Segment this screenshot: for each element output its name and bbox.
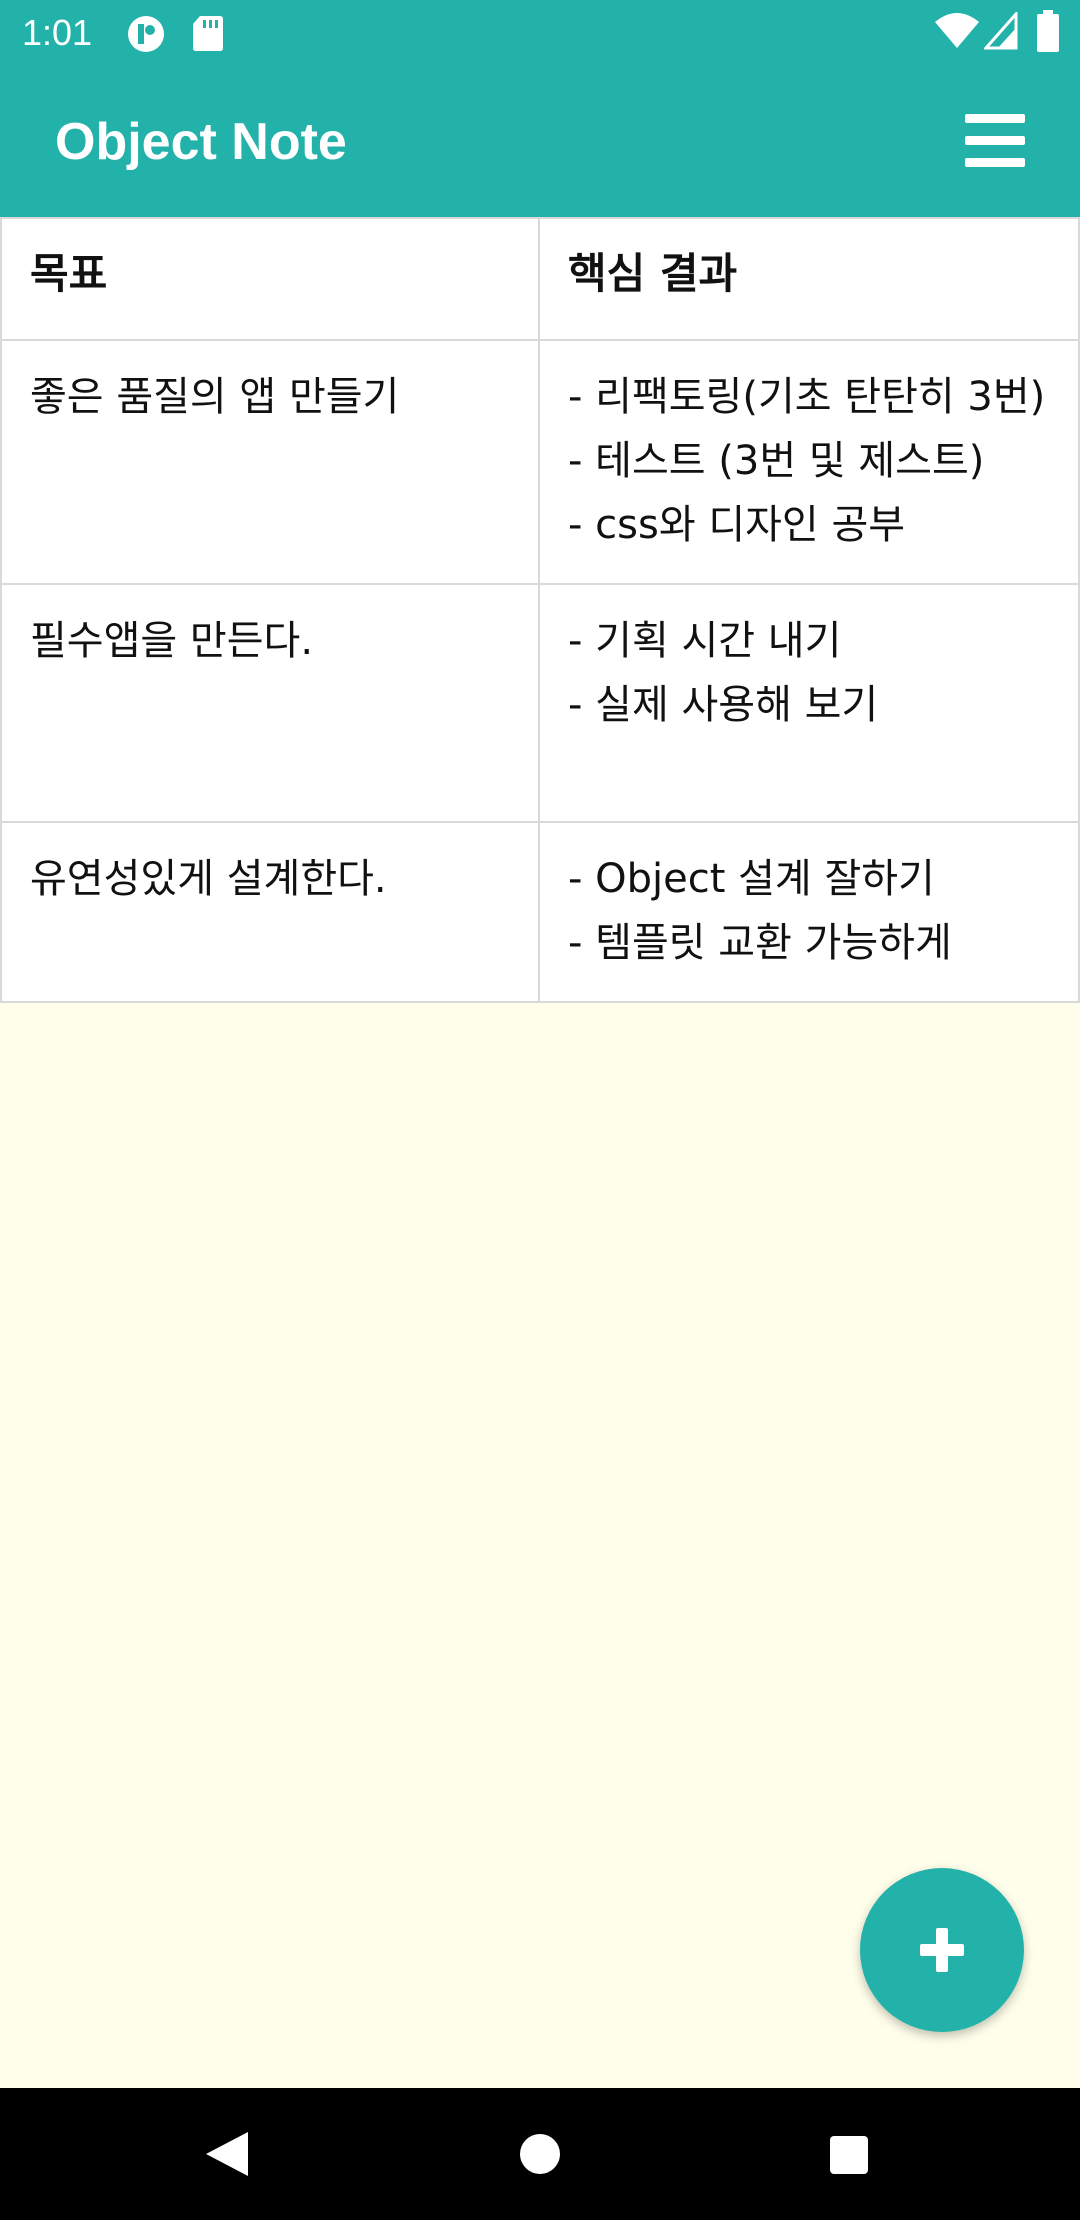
table-row[interactable]: 유연성있게 설계한다. - Object 설계 잘하기 - 템플릿 교환 가능하… bbox=[0, 821, 1080, 1003]
key-results-cell[interactable]: - 리팩토링(기초 탄탄히 3번) - 테스트 (3번 및 제스트) - css… bbox=[538, 339, 1080, 585]
status-time: 1:01 bbox=[22, 12, 93, 53]
header-key-results: 핵심 결과 bbox=[538, 217, 1080, 341]
notification-icon bbox=[128, 16, 164, 52]
status-bar: 1:01 bbox=[0, 0, 1080, 66]
okr-table: 목표 핵심 결과 좋은 품질의 앱 만들기 - 리팩토링(기초 탄탄히 3번) … bbox=[0, 217, 1080, 1003]
home-icon[interactable] bbox=[518, 2132, 562, 2176]
signal-icon bbox=[984, 12, 1018, 50]
back-icon[interactable] bbox=[204, 2130, 250, 2178]
sd-card-icon bbox=[193, 16, 223, 51]
table-row[interactable]: 필수앱을 만든다. - 기획 시간 내기 - 실제 사용해 보기 bbox=[0, 583, 1080, 823]
header-objective: 목표 bbox=[0, 217, 540, 341]
objective-cell[interactable]: 필수앱을 만든다. bbox=[0, 583, 540, 823]
recents-icon[interactable] bbox=[828, 2134, 870, 2176]
battery-icon bbox=[1037, 10, 1059, 52]
objective-cell[interactable]: 좋은 품질의 앱 만들기 bbox=[0, 339, 540, 585]
wifi-icon bbox=[935, 13, 979, 48]
objective-cell[interactable]: 유연성있게 설계한다. bbox=[0, 821, 540, 1003]
table-header-row: 목표 핵심 결과 bbox=[0, 217, 1080, 341]
menu-button[interactable] bbox=[955, 110, 1035, 172]
add-button[interactable] bbox=[860, 1868, 1024, 2032]
app-bar: Object Note bbox=[0, 66, 1080, 218]
navigation-bar bbox=[0, 2088, 1080, 2220]
key-results-cell[interactable]: - Object 설계 잘하기 - 템플릿 교환 가능하게 bbox=[538, 821, 1080, 1003]
table-row[interactable]: 좋은 품질의 앱 만들기 - 리팩토링(기초 탄탄히 3번) - 테스트 (3번… bbox=[0, 339, 1080, 585]
app-title: Object Note bbox=[55, 113, 347, 171]
key-results-cell[interactable]: - 기획 시간 내기 - 실제 사용해 보기 bbox=[538, 583, 1080, 823]
